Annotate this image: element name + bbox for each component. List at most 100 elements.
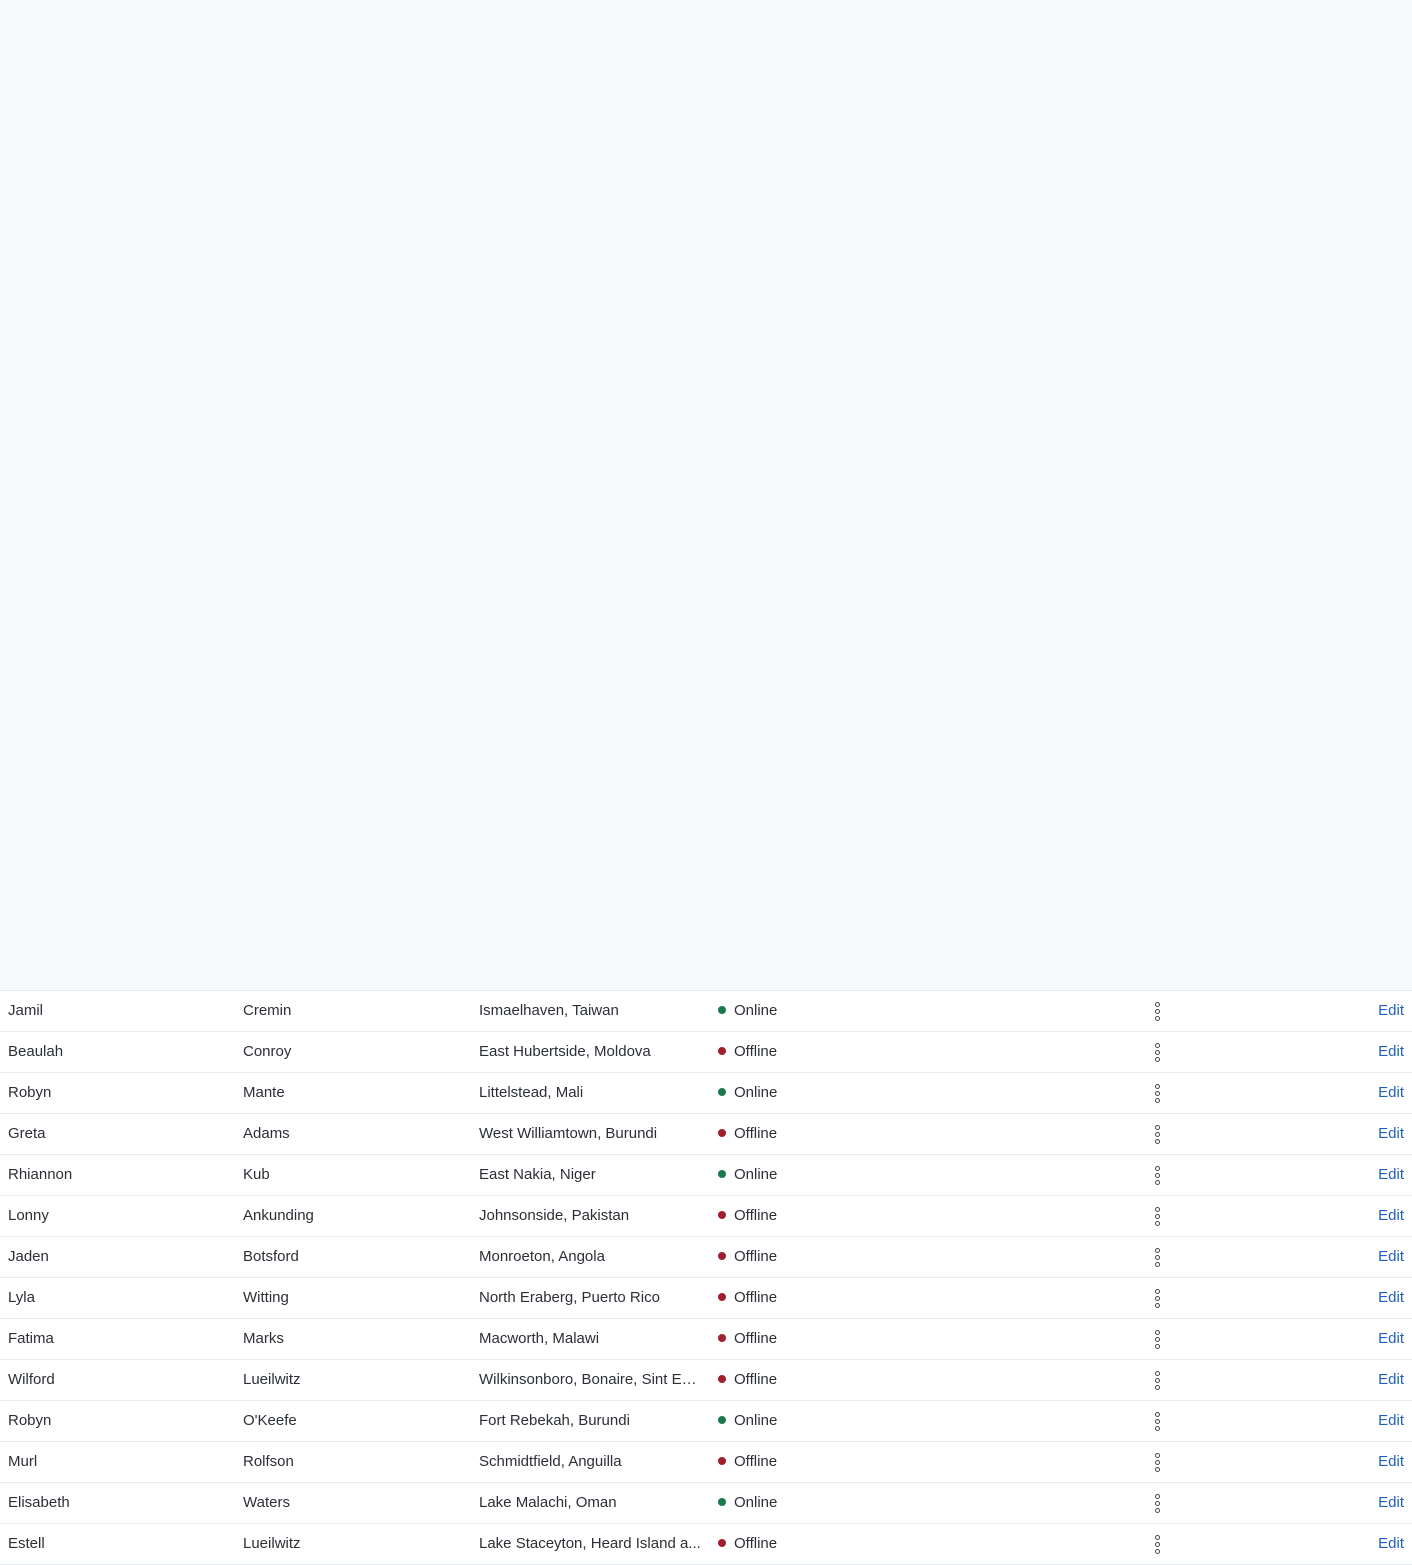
status-cell: Online: [718, 1483, 918, 1523]
status-label: Offline: [734, 1453, 778, 1470]
row-menu-button[interactable]: [1147, 991, 1167, 1031]
first-name-cell: Robyn: [8, 1084, 52, 1101]
first-name-cell: Wilford: [8, 1371, 55, 1388]
table-row: Beaulah Conroy East Hubertside, Moldova …: [0, 1032, 1412, 1073]
page: Jamil Cremin Ismaelhaven, Taiwan Online …: [0, 0, 1412, 1565]
table-row: Robyn O'Keefe Fort Rebekah, Burundi Onli…: [0, 1401, 1412, 1442]
status-label: Offline: [734, 1371, 778, 1388]
edit-link[interactable]: Edit: [1378, 1155, 1404, 1195]
table-row: Jaden Botsford Monroeton, Angola Offline…: [0, 1237, 1412, 1278]
location-cell: Macworth, Malawi: [479, 1330, 600, 1347]
more-vertical-icon: [1154, 1083, 1160, 1103]
status-cell: Offline: [718, 1319, 918, 1359]
first-name-cell: Murl: [8, 1453, 38, 1470]
location-cell: Fort Rebekah, Burundi: [479, 1412, 630, 1429]
row-menu-button[interactable]: [1147, 1360, 1167, 1400]
first-name-cell: Fatima: [8, 1330, 54, 1347]
row-menu-button[interactable]: [1147, 1032, 1167, 1072]
last-name-cell: Ankunding: [243, 1207, 314, 1224]
first-name-cell: Jamil: [8, 1002, 44, 1019]
edit-link[interactable]: Edit: [1378, 1073, 1404, 1113]
table-row: Lyla Witting North Eraberg, Puerto Rico …: [0, 1278, 1412, 1319]
status-cell: Offline: [718, 1114, 918, 1154]
table-row: Greta Adams West Williamtown, Burundi Of…: [0, 1114, 1412, 1155]
edit-link[interactable]: Edit: [1378, 1278, 1404, 1318]
status-dot-icon: [718, 1088, 726, 1096]
more-vertical-icon: [1154, 1534, 1160, 1554]
location-cell: Ismaelhaven, Taiwan: [479, 1002, 619, 1019]
row-menu-button[interactable]: [1147, 1524, 1167, 1564]
status-label: Online: [734, 1166, 778, 1183]
row-menu-button[interactable]: [1147, 1278, 1167, 1318]
status-cell: Offline: [718, 1237, 918, 1277]
location-cell: North Eraberg, Puerto Rico: [479, 1289, 660, 1306]
status-dot-icon: [718, 1252, 726, 1260]
status-label: Online: [734, 1002, 778, 1019]
status-dot-icon: [718, 1211, 726, 1219]
status-cell: Offline: [718, 1524, 918, 1564]
status-cell: Online: [718, 1401, 918, 1441]
location-cell: East Nakia, Niger: [479, 1166, 596, 1183]
last-name-cell: Lueilwitz: [243, 1535, 301, 1552]
more-vertical-icon: [1154, 1288, 1160, 1308]
first-name-cell: Lyla: [8, 1289, 35, 1306]
row-menu-button[interactable]: [1147, 1155, 1167, 1195]
row-menu-button[interactable]: [1147, 1401, 1167, 1441]
first-name-cell: Estell: [8, 1535, 45, 1552]
row-menu-button[interactable]: [1147, 1114, 1167, 1154]
status-dot-icon: [718, 1457, 726, 1465]
row-menu-button[interactable]: [1147, 1483, 1167, 1523]
more-vertical-icon: [1154, 1452, 1160, 1472]
status-label: Offline: [734, 1330, 778, 1347]
last-name-cell: Conroy: [243, 1043, 292, 1060]
last-name-cell: Witting: [243, 1289, 289, 1306]
location-cell: Monroeton, Angola: [479, 1248, 605, 1265]
status-cell: Offline: [718, 1360, 918, 1400]
edit-link[interactable]: Edit: [1378, 1524, 1404, 1564]
edit-link[interactable]: Edit: [1378, 1319, 1404, 1359]
status-cell: Online: [718, 1073, 918, 1113]
status-cell: Online: [718, 991, 918, 1031]
location-cell: Johnsonside, Pakistan: [479, 1207, 630, 1224]
more-vertical-icon: [1154, 1001, 1160, 1021]
status-dot-icon: [718, 1334, 726, 1342]
last-name-cell: Adams: [243, 1125, 290, 1142]
location-cell: East Hubertside, Moldova: [479, 1043, 651, 1060]
status-cell: Offline: [718, 1442, 918, 1482]
row-menu-button[interactable]: [1147, 1237, 1167, 1277]
status-dot-icon: [718, 1498, 726, 1506]
status-dot-icon: [718, 1129, 726, 1137]
row-menu-button[interactable]: [1147, 1319, 1167, 1359]
last-name-cell: Cremin: [243, 1002, 292, 1019]
more-vertical-icon: [1154, 1370, 1160, 1390]
table-row: Fatima Marks Macworth, Malawi Offline Ed…: [0, 1319, 1412, 1360]
row-menu-button[interactable]: [1147, 1073, 1167, 1113]
edit-link[interactable]: Edit: [1378, 1401, 1404, 1441]
status-label: Online: [734, 1412, 778, 1429]
first-name-cell: Robyn: [8, 1412, 52, 1429]
first-name-cell: Elisabeth: [8, 1494, 70, 1511]
row-menu-button[interactable]: [1147, 1442, 1167, 1482]
status-label: Offline: [734, 1248, 778, 1265]
more-vertical-icon: [1154, 1493, 1160, 1513]
edit-link[interactable]: Edit: [1378, 991, 1404, 1031]
edit-link[interactable]: Edit: [1378, 1442, 1404, 1482]
edit-link[interactable]: Edit: [1378, 1196, 1404, 1236]
edit-link[interactable]: Edit: [1378, 1360, 1404, 1400]
status-label: Online: [734, 1494, 778, 1511]
status-label: Offline: [734, 1535, 778, 1552]
first-name-cell: Greta: [8, 1125, 46, 1142]
row-menu-button[interactable]: [1147, 1196, 1167, 1236]
edit-link[interactable]: Edit: [1378, 1483, 1404, 1523]
status-dot-icon: [718, 1416, 726, 1424]
status-cell: Offline: [718, 1196, 918, 1236]
location-cell: Wilkinsonboro, Bonaire, Sint Eu...: [479, 1371, 701, 1388]
location-cell: Schmidtfield, Anguilla: [479, 1453, 622, 1470]
location-cell: Lake Malachi, Oman: [479, 1494, 617, 1511]
status-dot-icon: [718, 1539, 726, 1547]
more-vertical-icon: [1154, 1206, 1160, 1226]
edit-link[interactable]: Edit: [1378, 1237, 1404, 1277]
edit-link[interactable]: Edit: [1378, 1032, 1404, 1072]
users-table: Jamil Cremin Ismaelhaven, Taiwan Online …: [0, 990, 1412, 1565]
edit-link[interactable]: Edit: [1378, 1114, 1404, 1154]
